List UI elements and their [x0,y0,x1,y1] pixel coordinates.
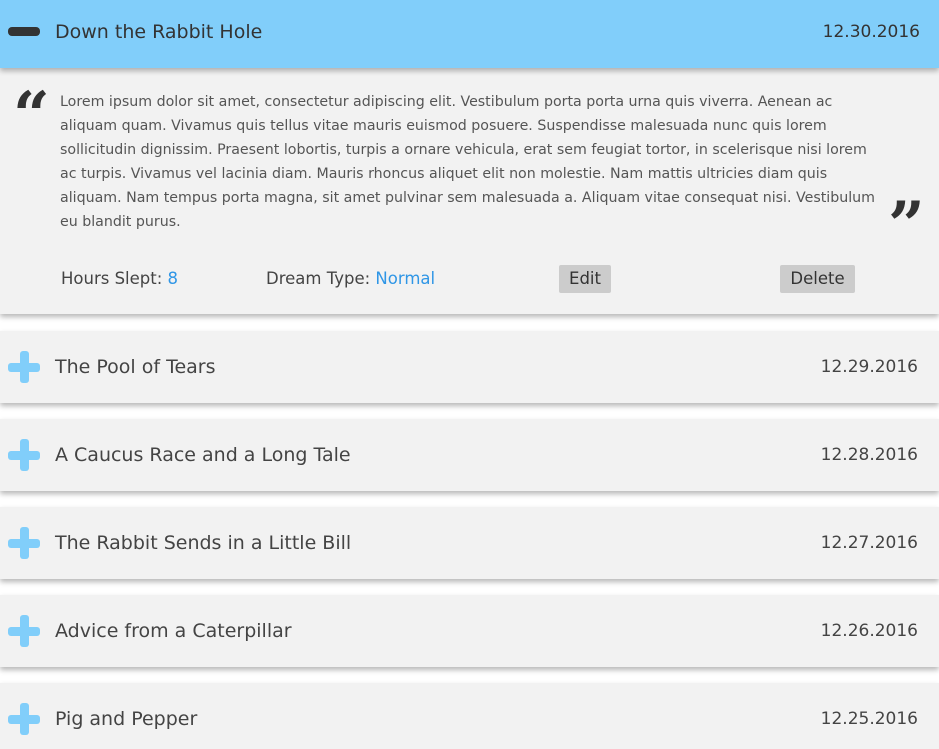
entry-title: The Pool of Tears [55,356,216,378]
entry-header-expanded[interactable]: Down the Rabbit Hole 12.30.2016 [0,0,939,68]
plus-icon[interactable] [8,703,40,735]
plus-icon[interactable] [8,351,40,383]
open-quote-icon: “ [13,78,50,153]
plus-icon[interactable] [8,439,40,471]
entry-title: Down the Rabbit Hole [55,21,263,43]
entry-title: A Caucus Race and a Long Tale [55,444,351,466]
entry-title: Advice from a Caterpillar [55,620,292,642]
dream-description: Lorem ipsum dolor sit amet, consectetur … [60,94,875,230]
dream-type-value: Normal [375,269,436,288]
minus-icon[interactable] [8,27,40,36]
entry-collapsed-3[interactable]: The Rabbit Sends in a Little Bill 12.27.… [0,507,939,579]
entry-date: 12.29.2016 [820,357,918,377]
hours-slept: Hours Slept: 8 [61,267,178,291]
dream-type-label: Dream Type: [266,269,376,288]
entry-collapsed-2[interactable]: A Caucus Race and a Long Tale 12.28.2016 [0,419,939,491]
plus-icon[interactable] [8,615,40,647]
delete-button[interactable]: Delete [780,265,855,293]
hours-slept-value: 8 [167,269,179,288]
entry-meta: Hours Slept: 8 Dream Type: Normal Edit D… [0,264,939,296]
entry-date: 12.30.2016 [822,22,920,42]
hours-slept-label: Hours Slept: [61,269,168,288]
entry-title: Pig and Pepper [55,708,198,730]
dream-type: Dream Type: Normal [266,267,435,291]
entry-date: 12.27.2016 [820,533,918,553]
entry-date: 12.28.2016 [820,445,918,465]
dream-journal: Down the Rabbit Hole 12.30.2016 “ Lorem … [0,0,939,749]
edit-button[interactable]: Edit [559,265,611,293]
plus-icon[interactable] [8,527,40,559]
entry-collapsed-4[interactable]: Advice from a Caterpillar 12.26.2016 [0,595,939,667]
entry-title: The Rabbit Sends in a Little Bill [55,532,352,554]
entry-date: 12.26.2016 [820,621,918,641]
entry-collapsed-1[interactable]: The Pool of Tears 12.29.2016 [0,331,939,403]
entry-date: 12.25.2016 [820,709,918,729]
entry-body: “ Lorem ipsum dolor sit amet, consectetu… [0,68,939,314]
entry-collapsed-5[interactable]: Pig and Pepper 12.25.2016 [0,683,939,749]
close-quote-icon: ” [888,188,925,263]
